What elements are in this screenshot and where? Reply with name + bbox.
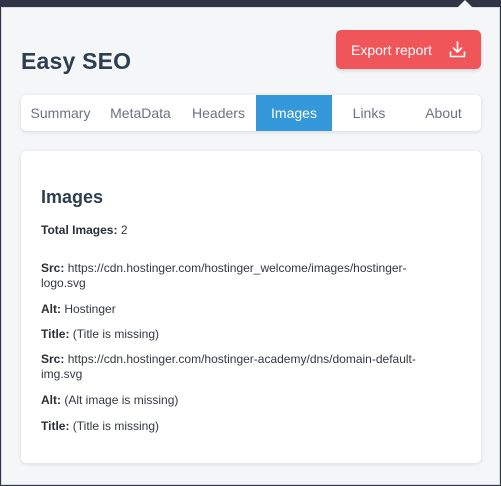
title-value: (Title is missing) <box>72 419 160 433</box>
app-title: Easy SEO <box>21 48 132 74</box>
src-label: Src: <box>41 261 65 275</box>
src-label: Src: <box>41 352 65 366</box>
tab-images[interactable]: Images <box>256 95 332 131</box>
image-1-alt: Alt: Hostinger <box>41 302 441 317</box>
image-1-title: Title: (Title is missing) <box>41 327 441 342</box>
title-value: (Title is missing) <box>72 327 160 341</box>
image-2-src: Src: https://cdn.hostinger.com/hostinger… <box>41 352 441 382</box>
images-card: Images Total Images: 2 Src: https://cdn.… <box>21 151 481 463</box>
total-images-label: Total Images: <box>41 223 118 237</box>
tab-about[interactable]: About <box>406 95 481 131</box>
image-2-alt: Alt: (Alt image is missing) <box>41 393 441 408</box>
alt-label: Alt: <box>41 302 61 316</box>
tab-headers[interactable]: Headers <box>181 95 256 131</box>
title-label: Title: <box>41 419 70 433</box>
images-heading: Images <box>41 187 104 207</box>
popup-caret <box>457 0 473 8</box>
total-images-value: 2 <box>120 223 128 237</box>
tab-summary[interactable]: Summary <box>21 95 100 131</box>
image-1-src: Src: https://cdn.hostinger.com/hostinger… <box>41 261 441 291</box>
alt-label: Alt: <box>41 393 61 407</box>
title-label: Title: <box>41 327 70 341</box>
tab-metadata[interactable]: MetaData <box>100 95 181 131</box>
tab-links[interactable]: Links <box>332 95 406 131</box>
download-icon <box>449 41 466 58</box>
src-value: https://cdn.hostinger.com/hostinger_welc… <box>41 261 407 290</box>
alt-value: (Alt image is missing) <box>64 393 179 407</box>
export-report-label: Export report <box>351 41 432 58</box>
image-2-title: Title: (Title is missing) <box>41 419 441 434</box>
alt-value: Hostinger <box>64 302 116 316</box>
tab-bar: Summary MetaData Headers Images Links Ab… <box>21 95 481 131</box>
src-value: https://cdn.hostinger.com/hostinger-acad… <box>41 352 416 381</box>
total-images: Total Images: 2 <box>41 223 441 238</box>
export-report-button[interactable]: Export report <box>336 30 481 69</box>
